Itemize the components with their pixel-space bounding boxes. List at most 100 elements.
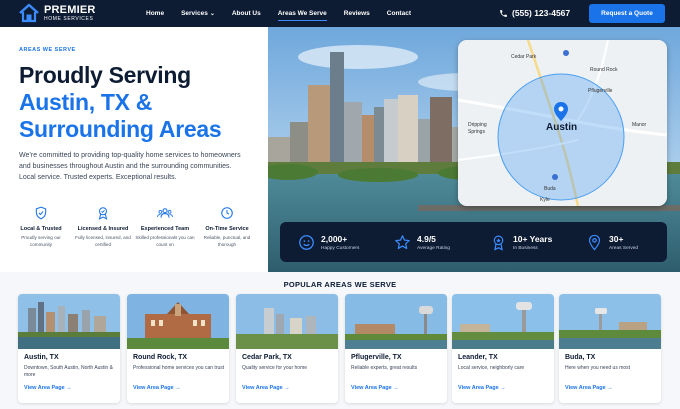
view-area-label: View Area Page (133, 385, 174, 391)
clock-icon (221, 207, 233, 219)
area-desc: Downtown, South Austin, North Austin & m… (24, 365, 113, 378)
map-label: Dripping Springs (468, 122, 487, 135)
house-logo-icon (19, 3, 39, 23)
austin-photo (18, 294, 120, 349)
area-card-round-rock[interactable]: Round Rock, TX Professional home service… (127, 294, 229, 403)
popular-areas-title: POPULAR AREAS WE SERVE (283, 280, 397, 289)
feature-title: Experienced Team (140, 226, 190, 232)
hero-description: We’re committed to providing top-quality… (19, 152, 241, 181)
pflugerville-photo (345, 294, 447, 349)
stat-value: 4.9/5 (417, 233, 436, 244)
arrow-right-icon: → (393, 385, 399, 391)
brand-sub: HOME SERVICES (44, 15, 94, 22)
feature-desc: Reliable, punctual, and thorough (203, 235, 251, 247)
feature-desc: Skilled professionals you can count on (135, 235, 195, 247)
brand-name: PREMIER (44, 3, 96, 16)
arrow-right-icon: → (500, 385, 506, 391)
map-label: Pflugerville (588, 88, 613, 94)
hero-title: Proudly Serving Austin, TX & Surrounding… (19, 62, 222, 143)
service-area-map[interactable]: Cedar Park Round Rock Pflugerville Dripp… (458, 40, 667, 206)
badge-icon (98, 207, 108, 220)
award-icon (493, 235, 504, 251)
area-name: Austin, TX (24, 354, 59, 361)
stat-label: In Business (513, 245, 538, 251)
nav-services[interactable]: Services ⌄ (181, 0, 215, 27)
area-name: Cedar Park, TX (242, 354, 292, 361)
top-navbar: PREMIER HOME SERVICES Home Services ⌄ Abo… (0, 0, 680, 27)
buda-photo (559, 294, 661, 349)
phone-number: (555) 123-4567 (512, 8, 571, 18)
hero-title-line3: Surrounding Areas (19, 116, 222, 142)
feature-title: Local & Trusted (20, 226, 62, 232)
nav-areas[interactable]: Areas We Serve (277, 0, 327, 27)
area-card-cedar-park[interactable]: Cedar Park, TX Quality service for your … (236, 294, 338, 403)
leander-photo (452, 294, 554, 349)
stats-bar: 2,000+ Happy Customers 4.9/5 Average Ratin… (280, 222, 667, 262)
nav-reviews[interactable]: Reviews (344, 0, 370, 27)
area-card-austin[interactable]: Austin, TX Downtown, South Austin, North… (18, 294, 120, 403)
stat-value: 2,000+ (321, 233, 348, 244)
view-area-link[interactable]: View Area Page → (242, 385, 290, 391)
area-card-buda[interactable]: Buda, TX Here when you need us most View… (559, 294, 661, 403)
view-area-link[interactable]: View Area Page → (133, 385, 181, 391)
arrow-right-icon: → (607, 385, 613, 391)
area-card-leander[interactable]: Leander, TX Local service, neighborly ca… (452, 294, 554, 403)
feature-title: Licensed & Insured (77, 226, 129, 232)
smile-icon (299, 234, 314, 250)
map-pin-icon (588, 234, 601, 250)
view-area-label: View Area Page (242, 385, 283, 391)
stat-label: Areas Served (609, 245, 639, 251)
area-desc: Professional home services you can trust (133, 365, 225, 371)
cedar-park-photo (236, 294, 338, 349)
feature-licensed: Licensed & Insured Fully licensed, insur… (72, 206, 134, 248)
feature-title: On-Time Service (205, 226, 249, 232)
view-area-link[interactable]: View Area Page → (351, 385, 399, 391)
area-name: Buda, TX (565, 354, 596, 361)
area-name: Leander, TX (458, 354, 498, 361)
stat-customers: 2,000+ Happy Customers (298, 234, 376, 251)
area-desc: Here when you need us most (565, 365, 631, 371)
feature-team: Experienced Team Skilled professionals y… (134, 206, 196, 248)
view-area-label: View Area Page (24, 385, 65, 391)
request-quote-button[interactable]: Request a Quote (589, 4, 665, 23)
area-name: Pflugerville, TX (351, 354, 402, 361)
nav-about[interactable]: About Us (232, 0, 261, 27)
hero-title-line1: Proudly Serving (19, 62, 191, 88)
feature-desc: Proudly serving our community (21, 235, 61, 247)
map-label: Manor (632, 122, 647, 128)
stat-value: 10+ Years (513, 233, 553, 244)
feature-local: Local & Trusted Proudly serving our comm… (10, 206, 72, 248)
map-center-label: Austin (546, 122, 578, 133)
hero-eyebrow: AREAS WE SERVE (19, 47, 76, 53)
area-desc: Local service, neighborly care (458, 365, 525, 371)
nav-services-label: Services (181, 10, 208, 17)
view-area-label: View Area Page (565, 385, 606, 391)
chevron-down-icon: ⌄ (209, 11, 215, 17)
view-area-label: View Area Page (458, 385, 499, 391)
shield-check-icon (35, 206, 47, 220)
brand-logo[interactable]: PREMIER HOME SERVICES (18, 3, 96, 23)
hero-title-line2: Austin, TX & (19, 89, 153, 115)
main-menu: Home Services ⌄ About Us Areas We Serve R… (146, 0, 428, 27)
stat-rating: 4.9/5 Average Rating (394, 234, 472, 251)
arrow-right-icon: → (175, 385, 181, 391)
phone-icon (500, 9, 507, 17)
area-desc: Quality service for your home (242, 365, 308, 371)
feature-list: Local & Trusted Proudly serving our comm… (10, 206, 260, 248)
view-area-link[interactable]: View Area Page → (458, 385, 506, 391)
phone-link[interactable]: (555) 123-4567 (499, 8, 570, 18)
nav-contact[interactable]: Contact (387, 0, 411, 27)
stat-label: Average Rating (417, 245, 450, 251)
view-area-link[interactable]: View Area Page → (565, 385, 613, 391)
round-rock-photo (127, 294, 229, 349)
stat-years: 10+ Years In Business (490, 234, 568, 251)
feature-desc: Fully licensed, insured, and certified (75, 235, 131, 247)
map-label: Round Rock (590, 67, 618, 73)
team-icon (157, 208, 173, 218)
area-desc: Reliable experts, great results (351, 365, 418, 371)
nav-home[interactable]: Home (146, 0, 164, 27)
view-area-link[interactable]: View Area Page → (24, 385, 72, 391)
area-card-pflugerville[interactable]: Pflugerville, TX Reliable experts, great… (345, 294, 447, 403)
area-name: Round Rock, TX (133, 354, 188, 361)
map-label: Kyle (540, 197, 550, 203)
